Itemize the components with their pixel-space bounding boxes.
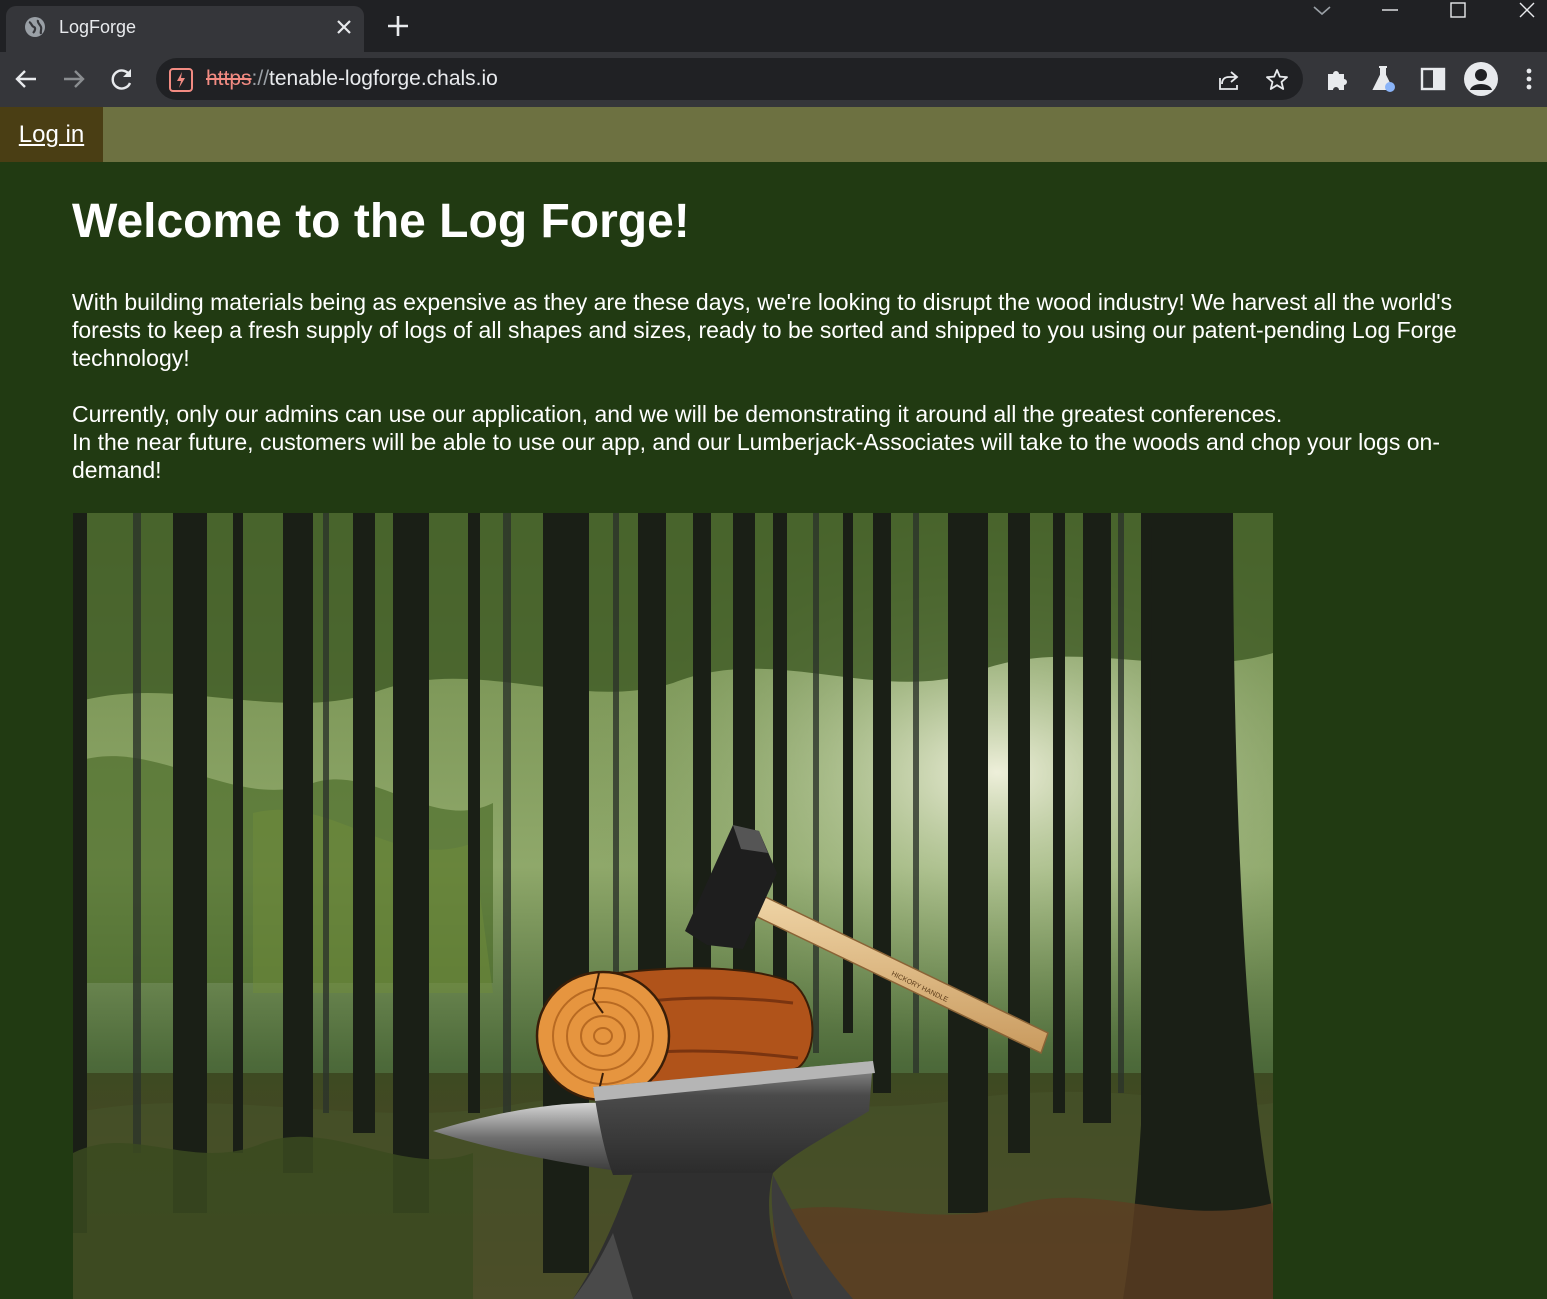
back-arrow-icon[interactable] (11, 64, 41, 94)
main-content: Welcome to the Log Forge! With building … (72, 162, 1492, 484)
browser-tab[interactable]: LogForge (6, 6, 364, 52)
minimize-icon[interactable] (1378, 0, 1402, 26)
status-line-2: In the near future, customers will be ab… (72, 429, 1440, 483)
side-panel-icon[interactable] (1417, 63, 1449, 95)
menu-kebab-icon[interactable] (1513, 63, 1545, 95)
not-secure-icon[interactable] (168, 67, 194, 93)
tab-title: LogForge (59, 17, 137, 37)
share-icon[interactable] (1215, 66, 1243, 94)
url-scheme: https (206, 67, 252, 90)
browser-title-bar: LogForge (0, 0, 1547, 52)
page-title: Welcome to the Log Forge! (72, 195, 690, 248)
url-text[interactable]: https://tenable-logforge.chals.io (206, 67, 498, 91)
forward-arrow-icon[interactable] (59, 64, 89, 94)
tab-search-chevron-icon[interactable] (1310, 0, 1334, 26)
reload-icon[interactable] (107, 64, 137, 94)
window-close-icon[interactable] (1515, 0, 1539, 26)
address-bar[interactable]: https://tenable-logforge.chals.io (156, 58, 1303, 100)
profile-avatar-icon[interactable] (1464, 62, 1498, 96)
bookmark-star-icon[interactable] (1263, 66, 1291, 94)
login-link[interactable]: Log in (0, 107, 103, 162)
globe-icon (24, 16, 46, 38)
intro-paragraph: With building materials being as expensi… (72, 289, 1457, 371)
new-tab-icon[interactable] (384, 12, 412, 40)
forest-anvil-illustration: HICKORY HANDLE (73, 513, 1273, 1299)
site-navbar: Log in (0, 107, 1547, 162)
url-separator: :// (251, 67, 270, 90)
browser-toolbar: https://tenable-logforge.chals.io (0, 52, 1547, 107)
extensions-puzzle-icon[interactable] (1321, 63, 1353, 95)
url-host: tenable-logforge.chals.io (269, 67, 498, 90)
hero-image: HICKORY HANDLE (73, 513, 1273, 1299)
labs-flask-icon[interactable] (1368, 63, 1400, 95)
close-icon[interactable] (332, 15, 356, 39)
status-paragraph: Currently, only our admins can use our a… (72, 400, 1492, 484)
maximize-icon[interactable] (1446, 0, 1470, 26)
status-line-1: Currently, only our admins can use our a… (72, 401, 1283, 427)
